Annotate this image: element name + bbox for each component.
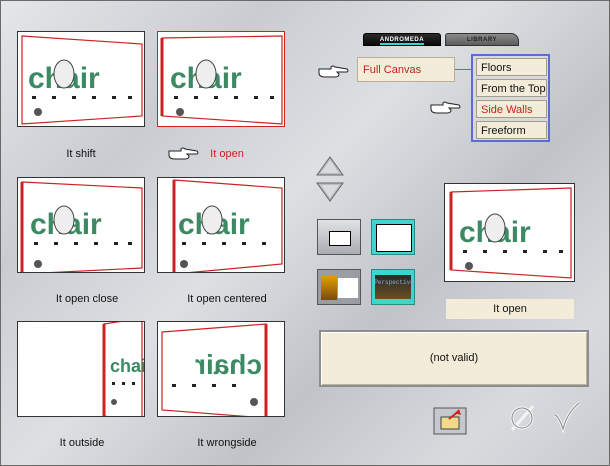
export-folder-icon[interactable]: [433, 407, 467, 435]
pointing-hand-icon: [318, 65, 349, 78]
arrow-up-icon[interactable]: [315, 155, 345, 177]
frame-large-button[interactable]: [371, 219, 415, 255]
menu-connector: [455, 69, 472, 70]
chair-image: chair: [102, 322, 145, 416]
chair-image: chair: [21, 35, 143, 125]
thumbnail-it-open-centered[interactable]: chair: [157, 177, 285, 273]
pointing-hand-icon: [430, 101, 461, 114]
perspective-label: Perspective: [374, 279, 414, 286]
photo-image: [321, 276, 337, 300]
thumbnail-caption: It shift: [66, 148, 96, 160]
perspective-button[interactable]: Perspective: [371, 269, 415, 305]
plugin-window: chair It shift chair It open chair It: [0, 0, 610, 466]
thumbnail-it-wrongside[interactable]: chair: [157, 321, 285, 417]
thumbnail-caption: It open centered: [187, 293, 267, 305]
chair-image: chair: [449, 187, 572, 279]
thumbnail-it-open[interactable]: chair: [157, 31, 285, 127]
status-panel: (not valid): [319, 330, 589, 387]
menu-item-floors[interactable]: Floors: [476, 58, 547, 76]
thumbnail-it-outside[interactable]: chair: [17, 321, 145, 417]
arrow-down-icon[interactable]: [315, 181, 345, 203]
chair-image: chair: [172, 179, 283, 272]
chair-image: chair: [161, 323, 268, 416]
white-panel: [338, 278, 358, 298]
menu-item-side-walls[interactable]: Side Walls: [476, 100, 547, 118]
thumbnail-caption: It wrongside: [197, 437, 257, 449]
cancel-icon[interactable]: [507, 403, 537, 433]
menu-item-from-the-top[interactable]: From the Top: [476, 79, 547, 97]
frame-icon: [376, 224, 412, 252]
thumbnail-it-open-close[interactable]: chair: [17, 177, 145, 273]
preview-panel: chair: [444, 183, 575, 282]
ok-checkmark-icon[interactable]: [551, 401, 581, 433]
chair-image: chair: [20, 181, 143, 272]
thumbnail-caption: It open: [210, 148, 244, 160]
svg-text:chair: chair: [195, 349, 262, 380]
thumbnail-caption: It outside: [59, 437, 105, 449]
thumbnail-it-shift[interactable]: chair: [17, 31, 145, 127]
tab-library[interactable]: LIBRARY: [445, 33, 519, 46]
canvas-mode-selector[interactable]: Full Canvas: [357, 57, 455, 82]
wall-type-menu: Floors From the Top Side Walls Freeform: [471, 54, 550, 142]
tab-andromeda[interactable]: ANDROMEDA: [363, 33, 441, 46]
thumbnail-caption: It open close: [55, 293, 119, 305]
menu-item-freeform[interactable]: Freeform: [476, 121, 547, 139]
frame-small-button[interactable]: [317, 219, 361, 255]
svg-text:chair: chair: [110, 356, 145, 376]
image-thumbnail-button[interactable]: [317, 269, 361, 305]
frame-icon: [329, 231, 351, 246]
chair-image: chair: [160, 35, 283, 125]
preview-label: It open: [446, 299, 574, 319]
